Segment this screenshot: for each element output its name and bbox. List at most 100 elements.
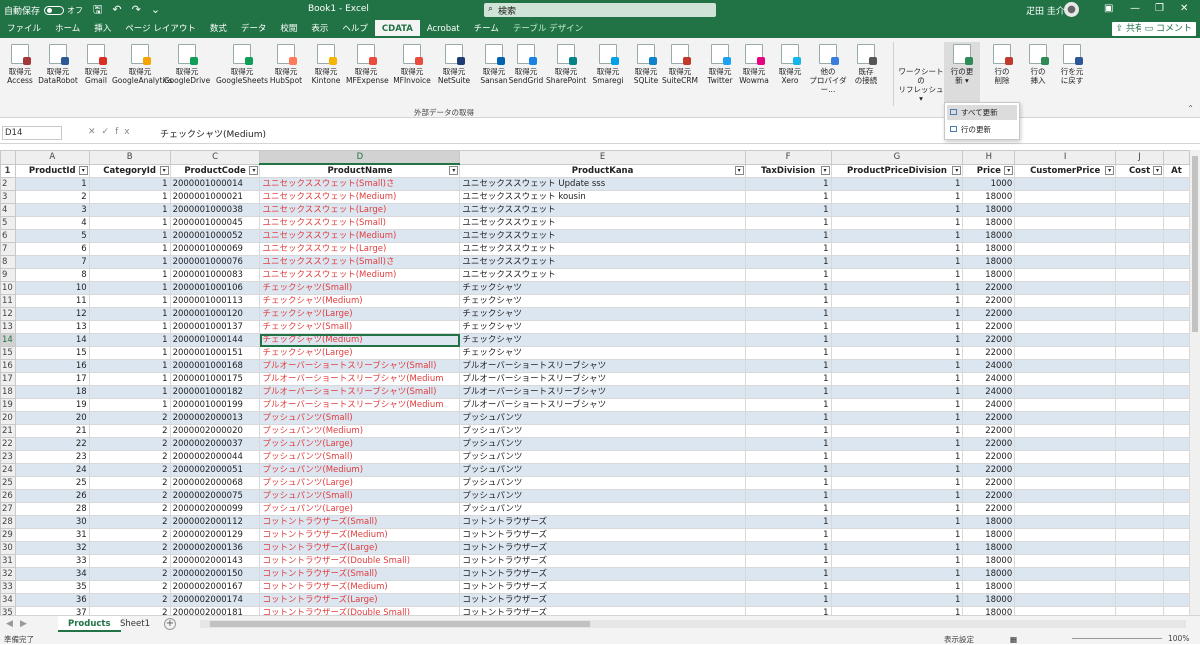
cell[interactable] bbox=[1162, 372, 1190, 386]
cell[interactable]: 1 bbox=[744, 320, 832, 334]
cell[interactable]: 1 bbox=[830, 541, 964, 555]
cell[interactable]: 1 bbox=[88, 372, 171, 386]
cell[interactable]: 2 bbox=[88, 502, 171, 516]
column-header[interactable]: F bbox=[744, 150, 832, 165]
cell[interactable]: 1 bbox=[744, 281, 832, 295]
cell[interactable]: 21 bbox=[14, 424, 90, 438]
cell[interactable]: 1 bbox=[88, 398, 171, 412]
cell[interactable]: 11 bbox=[14, 294, 90, 308]
cell[interactable]: ユニセックススウェット(Medium) bbox=[259, 229, 461, 243]
ribbon-button-suitecrm[interactable]: 取得元 SuiteCRM bbox=[660, 42, 700, 85]
avatar[interactable]: ● bbox=[1064, 2, 1079, 17]
cell[interactable] bbox=[1014, 476, 1117, 490]
cell[interactable]: 1 bbox=[88, 255, 171, 269]
cell[interactable]: 1 bbox=[830, 567, 964, 581]
cell[interactable]: 1 bbox=[830, 528, 964, 542]
menu-tab-7[interactable]: 表示 bbox=[304, 20, 335, 38]
filter-dropdown-icon[interactable]: ▾ bbox=[249, 165, 259, 175]
column-header[interactable]: J bbox=[1115, 150, 1164, 165]
cell[interactable] bbox=[1162, 489, 1190, 503]
cell[interactable]: 1 bbox=[830, 424, 964, 438]
cell[interactable]: 1 bbox=[830, 606, 964, 615]
cell[interactable]: 2 bbox=[88, 606, 171, 615]
cell[interactable]: 6 bbox=[14, 242, 90, 256]
cell[interactable]: 1 bbox=[744, 255, 832, 269]
cell[interactable]: 7 bbox=[14, 255, 90, 269]
cell[interactable]: 18000 bbox=[962, 242, 1016, 256]
horizontal-scrollbar[interactable] bbox=[200, 620, 1186, 628]
cell[interactable]: 22000 bbox=[962, 437, 1016, 451]
cell[interactable] bbox=[1115, 190, 1164, 204]
cell[interactable] bbox=[1014, 372, 1117, 386]
row-header[interactable]: 32 bbox=[0, 567, 16, 581]
cell[interactable]: 2000001000106 bbox=[169, 281, 261, 295]
cell[interactable] bbox=[1014, 177, 1117, 191]
ribbon-button-netsuite[interactable]: 取得元 NetSuite bbox=[434, 42, 474, 85]
cell[interactable] bbox=[1014, 398, 1117, 412]
cell[interactable] bbox=[1115, 372, 1164, 386]
cell[interactable]: コットントラウザーズ(Small) bbox=[259, 515, 461, 529]
menu-tab-2[interactable]: 挿入 bbox=[87, 20, 118, 38]
cell[interactable]: 20 bbox=[14, 411, 90, 425]
cell[interactable]: 18000 bbox=[962, 216, 1016, 230]
row-header[interactable]: 3 bbox=[0, 190, 16, 204]
row-header[interactable]: 6 bbox=[0, 229, 16, 243]
cell[interactable]: 12 bbox=[14, 307, 90, 321]
cell[interactable]: 1 bbox=[830, 437, 964, 451]
cell[interactable] bbox=[1115, 554, 1164, 568]
row-header[interactable]: 34 bbox=[0, 593, 16, 607]
cell[interactable]: 1 bbox=[830, 411, 964, 425]
formula-controls[interactable]: ✕✓fx bbox=[88, 127, 136, 137]
cell[interactable]: 1 bbox=[88, 333, 171, 347]
row-header[interactable]: 28 bbox=[0, 515, 16, 529]
cell[interactable]: 1 bbox=[830, 307, 964, 321]
row-header[interactable]: 10 bbox=[0, 281, 16, 295]
display-settings[interactable]: 表示設定 bbox=[944, 634, 974, 645]
cell[interactable]: 22000 bbox=[962, 450, 1016, 464]
cell[interactable]: 24000 bbox=[962, 385, 1016, 399]
cell[interactable] bbox=[1115, 255, 1164, 269]
cell[interactable] bbox=[1014, 359, 1117, 373]
ribbon-button-access[interactable]: 取得元 Access bbox=[0, 42, 40, 85]
cell[interactable] bbox=[1162, 346, 1190, 360]
cell[interactable] bbox=[1162, 580, 1190, 594]
cell[interactable]: 2000002000181 bbox=[169, 606, 261, 615]
cell[interactable]: 2000002000112 bbox=[169, 515, 261, 529]
cell[interactable]: 22000 bbox=[962, 411, 1016, 425]
cell[interactable]: 8 bbox=[14, 268, 90, 282]
ribbon-button-googleanalytics[interactable]: 取得元 GoogleAnalytics bbox=[112, 42, 173, 85]
cell[interactable] bbox=[1115, 541, 1164, 555]
cell[interactable] bbox=[1014, 242, 1117, 256]
cell[interactable]: 2 bbox=[88, 489, 171, 503]
row-header[interactable]: 25 bbox=[0, 476, 16, 490]
cell[interactable]: 2000002000143 bbox=[169, 554, 261, 568]
enter-icon[interactable]: ✓ bbox=[102, 127, 116, 137]
cell[interactable]: コットントラウザーズ bbox=[459, 593, 746, 607]
cell[interactable]: 1 bbox=[744, 190, 832, 204]
cell[interactable] bbox=[1115, 320, 1164, 334]
cell[interactable]: 1 bbox=[830, 489, 964, 503]
cell[interactable] bbox=[1162, 567, 1190, 581]
ribbon-button-[interactable]: 他の プロバイダー... bbox=[806, 42, 850, 94]
cell[interactable]: コットントラウザーズ(Medium) bbox=[259, 580, 461, 594]
row-header[interactable]: 20 bbox=[0, 411, 16, 425]
cell[interactable] bbox=[1115, 411, 1164, 425]
cell[interactable]: ユニセックススウェット kousin bbox=[459, 190, 746, 204]
cell[interactable]: 1 bbox=[830, 229, 964, 243]
cell[interactable]: 1000 bbox=[962, 177, 1016, 191]
cell[interactable] bbox=[1162, 190, 1190, 204]
cell[interactable] bbox=[1014, 411, 1117, 425]
cell[interactable]: 1 bbox=[88, 281, 171, 295]
cell[interactable]: チェックシャツ(Small) bbox=[259, 320, 461, 334]
ribbon-action-4[interactable]: 行を元 に戻す bbox=[1054, 42, 1090, 85]
cell[interactable]: ユニセックススウェット bbox=[459, 216, 746, 230]
cell[interactable]: 1 bbox=[744, 203, 832, 217]
cell[interactable]: 1 bbox=[830, 281, 964, 295]
ribbon-button-[interactable]: 既存 の接続 bbox=[846, 42, 886, 85]
cell[interactable]: 2000002000013 bbox=[169, 411, 261, 425]
cell[interactable]: 1 bbox=[88, 242, 171, 256]
cell[interactable]: 1 bbox=[744, 216, 832, 230]
vertical-scroll-thumb[interactable] bbox=[1192, 156, 1198, 332]
cell[interactable]: 2000002000068 bbox=[169, 476, 261, 490]
cell[interactable]: 2000002000167 bbox=[169, 580, 261, 594]
